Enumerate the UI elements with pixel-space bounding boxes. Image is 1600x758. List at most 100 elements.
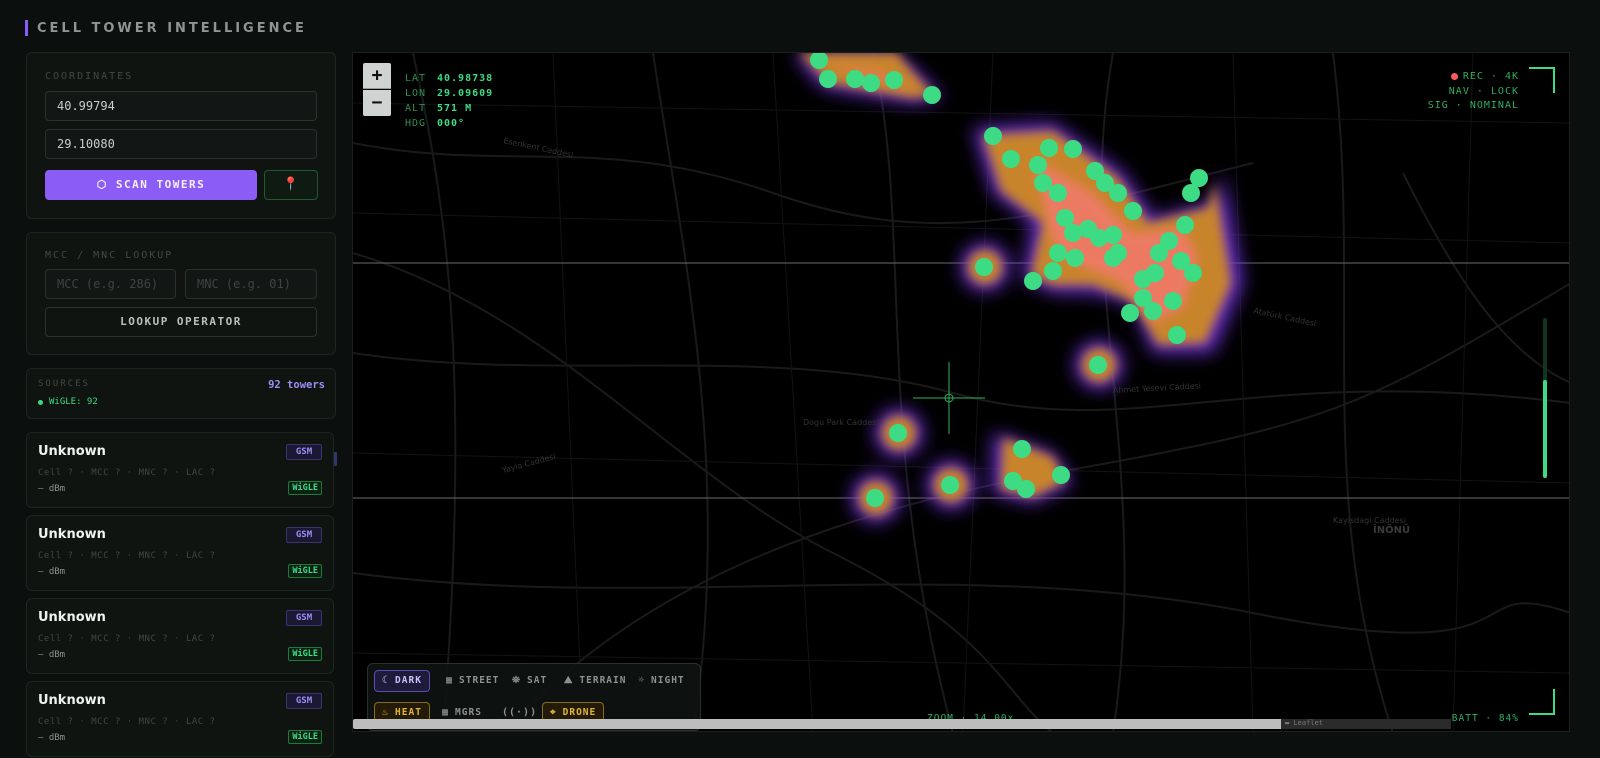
- street-network: [353, 53, 1569, 731]
- zoom-out-button[interactable]: −: [363, 90, 391, 116]
- svg-text:İNÖNÜ: İNÖNÜ: [1373, 522, 1410, 536]
- lookup-label: MCC / MNC LOOKUP: [45, 250, 174, 261]
- title-accent-bar: [25, 20, 28, 36]
- layer-terrain[interactable]: ⛰ TERRAIN: [556, 670, 634, 692]
- svg-text:Dogu Park Caddesi: Dogu Park Caddesi: [803, 418, 879, 427]
- mcc-input[interactable]: MCC (e.g. 286): [45, 269, 176, 299]
- tower-source-badge: WiGLE: [288, 730, 322, 744]
- hud-hdg: HDG 000°: [405, 118, 465, 129]
- tower-name: Unknown: [38, 444, 106, 459]
- layer-street-label: STREET: [459, 675, 500, 686]
- tower-signal: — dBm: [38, 567, 66, 577]
- grid-icon: ▦: [446, 675, 454, 686]
- layer-sat-label: SAT: [527, 675, 548, 686]
- overlay-heat-label: HEAT: [395, 707, 422, 718]
- coordinates-label: COORDINATES: [45, 71, 134, 82]
- map-attribution[interactable]: ▬ Leaflet: [1281, 719, 1451, 729]
- crosshair-icon: [913, 362, 985, 434]
- tower-name: Unknown: [38, 610, 106, 625]
- layer-sat[interactable]: ⛯ SAT: [504, 670, 555, 692]
- status-dot-icon: [38, 399, 43, 405]
- app-header: CELL TOWER INTELLIGENCE: [25, 18, 307, 38]
- tower-meta: Cell ? · MCC ? · MNC ? · LAC ?: [38, 551, 216, 561]
- rec-label: REC · 4K: [1462, 71, 1519, 82]
- svg-text:Yayla Caddesi: Yayla Caddesi: [500, 452, 556, 475]
- hud-corner-bracket: [1529, 689, 1555, 715]
- source-item-wigle: WiGLE: 92: [38, 397, 98, 407]
- scan-towers-button[interactable]: ⬡ SCAN TOWERS: [45, 170, 257, 200]
- tower-card[interactable]: Unknown GSM Cell ? · MCC ? · MNC ? · LAC…: [26, 432, 334, 508]
- svg-text:Kayisdagi Caddesi: Kayisdagi Caddesi: [1333, 516, 1406, 525]
- svg-text:Atatürk Caddesi: Atatürk Caddesi: [1253, 306, 1317, 328]
- layer-dark-label: DARK: [395, 675, 422, 686]
- battery-readout: BATT · 84%: [1451, 713, 1519, 724]
- overlay-drone-label: DRONE: [562, 707, 597, 718]
- pin-icon[interactable]: 📍: [264, 170, 318, 200]
- tower-signal: — dBm: [38, 650, 66, 660]
- tower-card[interactable]: Unknown GSM Cell ? · MCC ? · MNC ? · LAC…: [26, 515, 334, 591]
- moon-icon: ☾: [382, 675, 390, 686]
- hud-lat-key: LAT: [405, 73, 427, 84]
- tower-name: Unknown: [38, 527, 106, 542]
- source-label: WiGLE: 92: [49, 397, 98, 407]
- hud-lon: LON 29.09609: [405, 88, 493, 99]
- layer-night-label: NIGHT: [651, 675, 685, 686]
- layer-dark[interactable]: ☾ DARK: [374, 670, 430, 692]
- signal-meter-fill: [1543, 380, 1547, 478]
- mcc-mnc-lookup-panel: MCC / MNC LOOKUP MCC (e.g. 286) MNC (e.g…: [26, 232, 336, 355]
- hud-alt-key: ALT: [405, 103, 427, 114]
- hud-alt-value: 571 M: [437, 103, 473, 114]
- sources-label: SOURCES: [38, 379, 90, 389]
- minor-streets: [353, 53, 1569, 731]
- tower-signal: — dBm: [38, 484, 66, 494]
- tower-signal: — dBm: [38, 733, 66, 743]
- mnc-input[interactable]: MNC (e.g. 01): [185, 269, 317, 299]
- tower-type-badge: GSM: [286, 693, 322, 709]
- hud-lat-value: 40.98738: [437, 73, 494, 84]
- zoom-in-button[interactable]: +: [363, 63, 391, 89]
- layer-terrain-label: TERRAIN: [579, 675, 627, 686]
- rec-dot-icon: [1450, 73, 1458, 80]
- tower-type-badge: GSM: [286, 444, 322, 460]
- hud-corner-bracket: [1529, 67, 1555, 93]
- longitude-input[interactable]: 29.10080: [45, 129, 317, 159]
- hud-hdg-value: 000°: [437, 118, 466, 129]
- tower-type-badge: GSM: [286, 610, 322, 626]
- map-horizontal-scrollbar[interactable]: [353, 719, 1413, 729]
- satellite-icon: ⛯: [512, 675, 521, 686]
- hud-lon-key: LON: [405, 88, 427, 99]
- tower-type-badge: GSM: [286, 527, 322, 543]
- map-view[interactable]: Ahmet Yesevi Caddesi Dogu Park Caddesi K…: [352, 52, 1570, 732]
- tower-source-badge: WiGLE: [288, 647, 322, 661]
- sources-panel: SOURCES 92 towers WiGLE: 92: [26, 368, 336, 419]
- tower-source-badge: WiGLE: [288, 481, 322, 495]
- lookup-operator-button[interactable]: LOOKUP OPERATOR: [45, 307, 317, 337]
- tower-source-badge: WiGLE: [288, 564, 322, 578]
- tower-meta: Cell ? · MCC ? · MNC ? · LAC ?: [38, 717, 216, 727]
- nav-status: NAV · LOCK: [1448, 86, 1519, 97]
- latitude-input[interactable]: 40.99794: [45, 91, 317, 121]
- tower-card[interactable]: Unknown GSM Cell ? · MCC ? · MNC ? · LAC…: [26, 598, 334, 674]
- list-scrollbar[interactable]: [334, 452, 337, 466]
- hud-alt: ALT 571 M: [405, 103, 472, 114]
- tower-meta: Cell ? · MCC ? · MNC ? · LAC ?: [38, 468, 216, 478]
- map-canvas: Ahmet Yesevi Caddesi Dogu Park Caddesi K…: [353, 53, 1569, 731]
- hud-lat: LAT 40.98738: [405, 73, 493, 84]
- layer-night[interactable]: ☼ NIGHT: [630, 670, 693, 692]
- tower-name: Unknown: [38, 693, 106, 708]
- layer-street[interactable]: ▦ STREET: [438, 670, 507, 692]
- sun-icon: ☼: [638, 675, 646, 686]
- sig-status: SIG · NOMINAL: [1427, 100, 1519, 111]
- hud-lon-value: 29.09609: [437, 88, 494, 99]
- svg-text:Ahmet Yesevi Caddesi: Ahmet Yesevi Caddesi: [1113, 381, 1202, 395]
- signal-meter: [1543, 318, 1547, 478]
- hud-hdg-key: HDG: [405, 118, 427, 129]
- rec-status: REC · 4K: [1450, 71, 1519, 82]
- coordinates-panel: COORDINATES 40.99794 29.10080 ⬡ SCAN TOW…: [26, 52, 336, 219]
- tower-meta: Cell ? · MCC ? · MNC ? · LAC ?: [38, 634, 216, 644]
- overlay-mgrs-label: MGRS: [455, 707, 482, 718]
- tower-count: 92 towers: [268, 379, 325, 391]
- mountain-icon: ⛰: [564, 675, 574, 686]
- app-title: CELL TOWER INTELLIGENCE: [37, 20, 307, 36]
- tower-card[interactable]: Unknown GSM Cell ? · MCC ? · MNC ? · LAC…: [26, 681, 334, 757]
